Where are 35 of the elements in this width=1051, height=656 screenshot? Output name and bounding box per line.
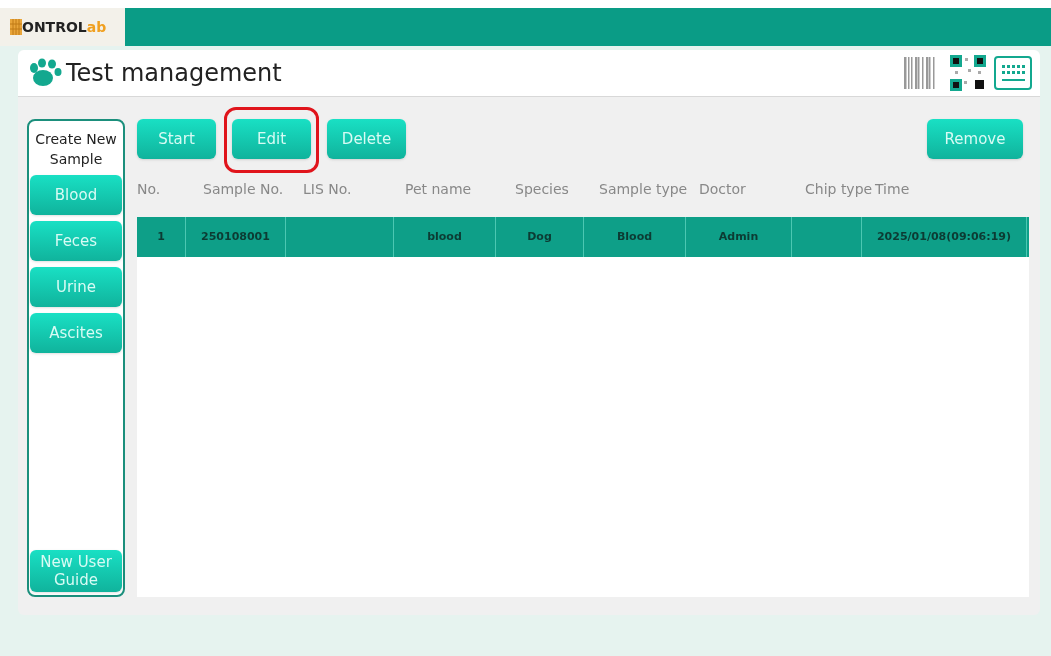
table-cell-text: 250108001 [201, 228, 270, 245]
sample-type-button[interactable]: Blood [30, 175, 122, 215]
qr-code-icon[interactable] [950, 55, 986, 91]
column-header: Sample type [599, 181, 688, 197]
sidebar-heading: Create New Sample [34, 130, 118, 169]
column-header: No. [137, 181, 161, 197]
table-cell-text: 1 [157, 228, 165, 245]
logo-text: ONTROL [22, 17, 87, 37]
logo-accent-text: ab [86, 17, 107, 37]
table-cell-text: Admin [718, 228, 759, 245]
column-header: Chip type [805, 181, 873, 197]
column-header: Doctor [699, 181, 746, 197]
toolbar-button[interactable]: Start [137, 119, 216, 159]
column-header: Sample No. [203, 181, 284, 197]
remove-button[interactable]: Remove [927, 119, 1023, 159]
column-header: Time [875, 181, 910, 197]
table-cell-text: Blood [616, 228, 653, 245]
toolbar-button[interactable]: Delete [327, 119, 406, 159]
barcode-icon[interactable] [904, 57, 938, 89]
column-header: Species [515, 181, 569, 197]
page-title: Test management [66, 58, 282, 89]
toolbar-button[interactable]: Edit [232, 119, 311, 159]
column-header: LIS No. [303, 181, 352, 197]
logo-mark-icon [10, 19, 22, 35]
table-cell-text: 2025/01/08(09:06:19) [876, 228, 1011, 245]
sample-type-button[interactable]: Feces [30, 221, 122, 261]
table-cell-text: blood [427, 228, 462, 245]
user-guide-button[interactable]: New User Guide [30, 550, 122, 592]
sample-type-button[interactable]: Ascites [30, 313, 122, 353]
paw-icon [28, 58, 62, 88]
column-header: Pet name [405, 181, 472, 197]
keyboard-icon[interactable] [994, 56, 1032, 90]
table-cell-text: Dog [527, 228, 552, 245]
table-row[interactable]: 1 250108001 blood Dog Blood Admin 2025/01/08(09:06:19) [137, 217, 1029, 257]
sample-type-button[interactable]: Urine [30, 267, 122, 307]
